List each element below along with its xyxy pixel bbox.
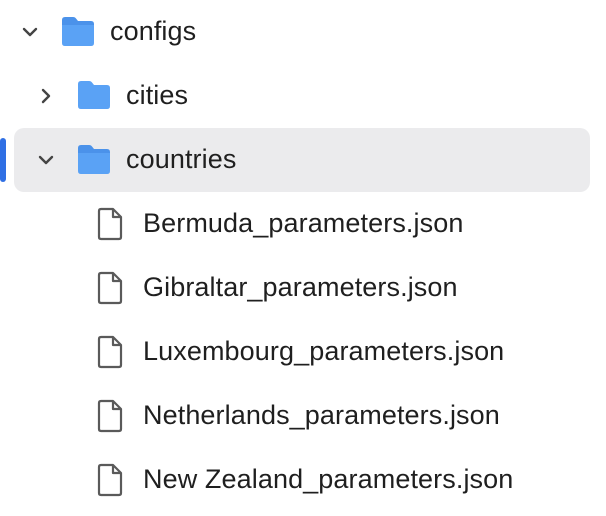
chevron-down-icon[interactable] — [35, 149, 57, 171]
tree-item-label: Bermuda_parameters.json — [143, 208, 464, 238]
chevron-down-icon[interactable] — [19, 21, 41, 43]
tree-item-label: New Zealand_parameters.json — [143, 464, 514, 494]
tree-item-file[interactable]: Luxembourg_parameters.json — [0, 320, 606, 384]
tree-item-label: Gibraltar_parameters.json — [143, 272, 458, 302]
file-icon — [96, 463, 124, 497]
active-indicator — [0, 138, 6, 182]
folder-open-icon — [76, 142, 112, 176]
tree-item-label: Luxembourg_parameters.json — [143, 336, 505, 366]
file-icon — [96, 207, 124, 241]
tree-item-label: cities — [126, 80, 189, 110]
file-tree: configs cities countries Bermuda_paramet… — [0, 0, 606, 516]
tree-item-file[interactable]: Netherlands_parameters.json — [0, 384, 606, 448]
file-icon — [96, 335, 124, 369]
folder-icon — [76, 79, 112, 111]
tree-item-label: countries — [126, 144, 237, 174]
tree-item-label: Netherlands_parameters.json — [143, 400, 500, 430]
tree-item-cities[interactable]: cities — [0, 64, 606, 128]
folder-open-icon — [60, 14, 96, 48]
tree-item-label: configs — [110, 16, 197, 46]
chevron-right-icon[interactable] — [35, 85, 57, 107]
tree-item-configs[interactable]: configs — [0, 0, 606, 64]
file-icon — [96, 271, 124, 305]
tree-item-file[interactable]: Gibraltar_parameters.json — [0, 256, 606, 320]
tree-item-file[interactable]: Bermuda_parameters.json — [0, 192, 606, 256]
file-icon — [96, 399, 124, 433]
tree-item-countries[interactable]: countries — [14, 128, 590, 192]
tree-item-file[interactable]: New Zealand_parameters.json — [0, 448, 606, 512]
